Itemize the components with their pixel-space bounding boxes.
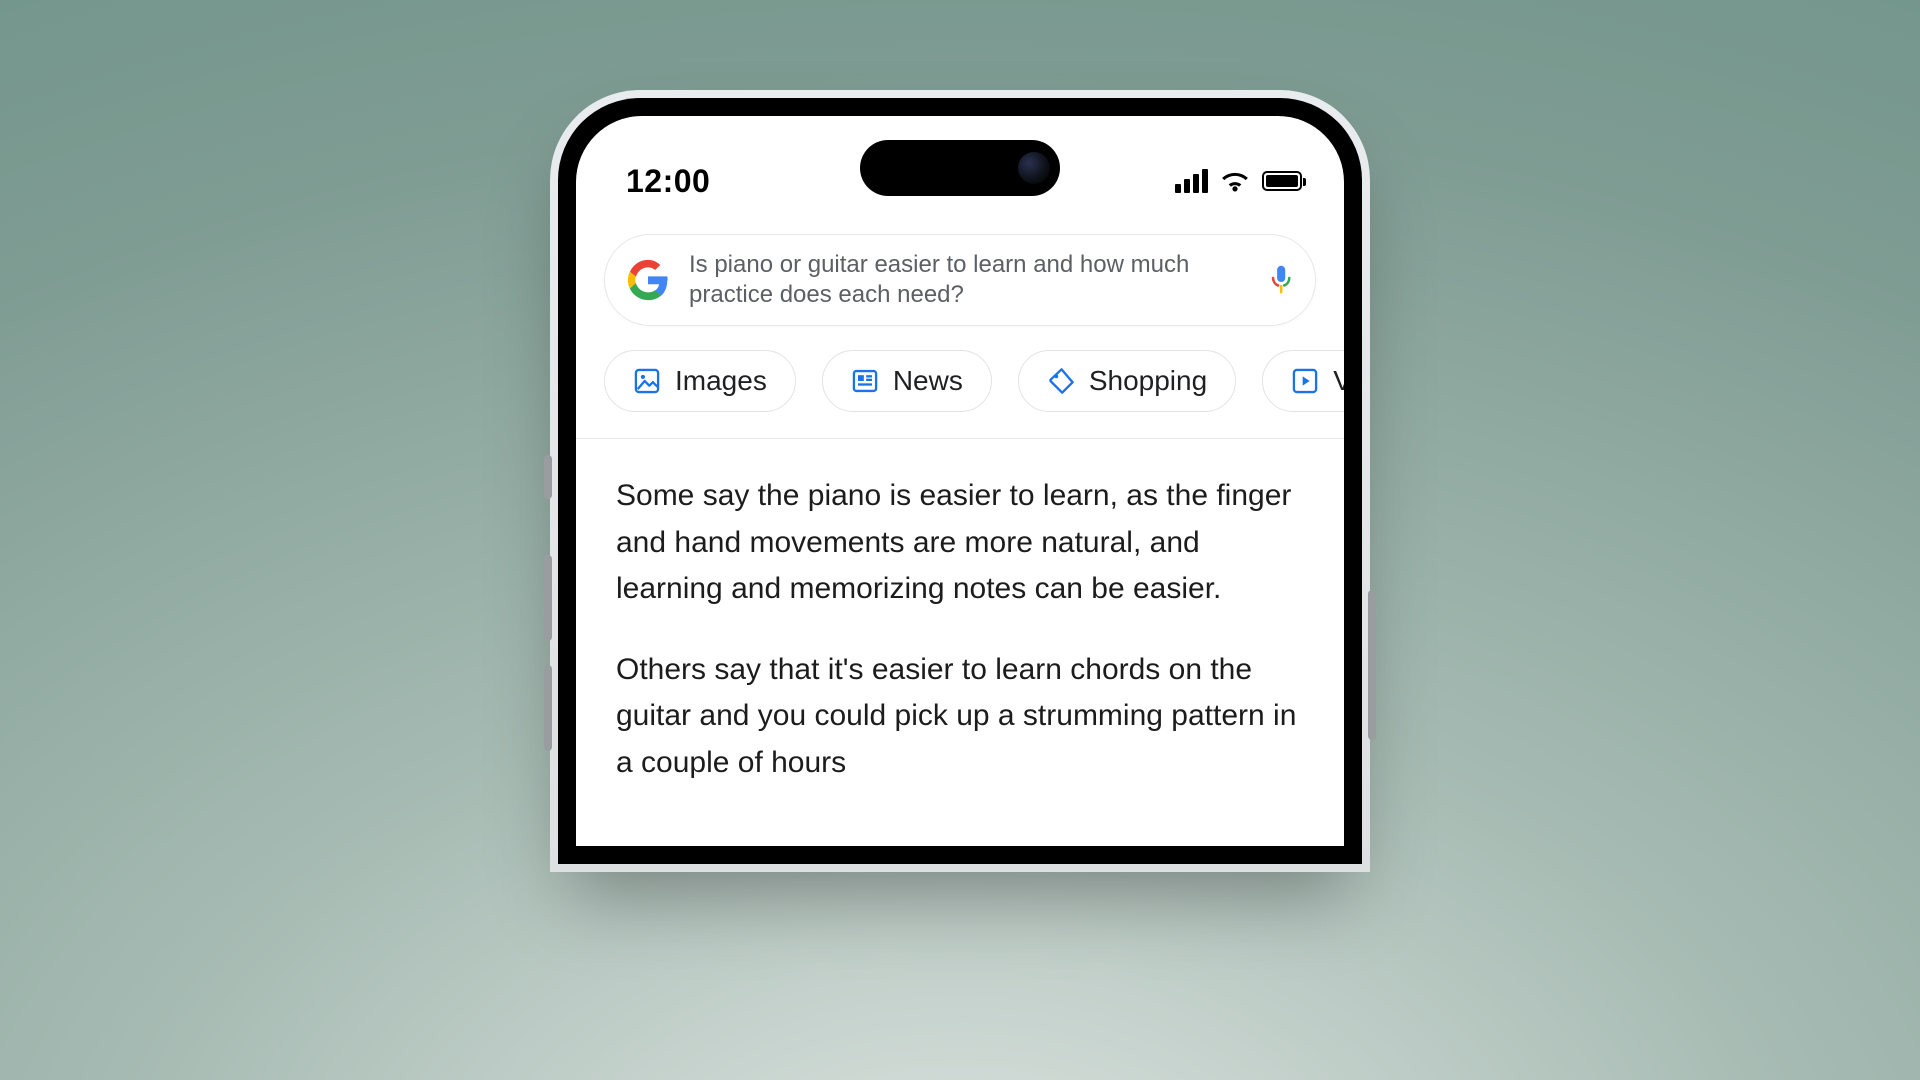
search-tabs[interactable]: Images News Shopping Vide	[576, 326, 1344, 439]
wifi-icon	[1220, 170, 1250, 192]
tab-images[interactable]: Images	[604, 350, 796, 412]
tab-label: Vide	[1333, 365, 1344, 397]
video-icon	[1291, 367, 1319, 395]
cellular-icon	[1175, 169, 1208, 193]
phone-frame: 12:00 Is piano or guitar easier t	[550, 90, 1370, 872]
result-paragraph: Others say that it's easier to learn cho…	[616, 647, 1304, 787]
tab-label: Shopping	[1089, 365, 1207, 397]
side-button-mute	[544, 455, 552, 499]
tab-shopping[interactable]: Shopping	[1018, 350, 1236, 412]
search-query-text[interactable]: Is piano or guitar easier to learn and h…	[689, 250, 1249, 310]
result-paragraph: Some say the piano is easier to learn, a…	[616, 473, 1304, 613]
side-button-power	[1368, 590, 1376, 740]
news-icon	[851, 367, 879, 395]
phone-bezel: 12:00 Is piano or guitar easier t	[558, 98, 1362, 864]
search-bar[interactable]: Is piano or guitar easier to learn and h…	[604, 234, 1316, 326]
phone-screen: 12:00 Is piano or guitar easier t	[576, 116, 1344, 846]
shopping-icon	[1047, 367, 1075, 395]
status-time: 12:00	[626, 163, 710, 200]
google-logo-icon	[627, 259, 669, 301]
side-button-vol-up	[544, 555, 552, 641]
images-icon	[633, 367, 661, 395]
mic-icon[interactable]	[1269, 260, 1293, 300]
side-button-vol-down	[544, 665, 552, 751]
status-right	[1175, 169, 1302, 193]
tab-label: Images	[675, 365, 767, 397]
tab-label: News	[893, 365, 963, 397]
dynamic-island	[860, 140, 1060, 196]
tab-videos[interactable]: Vide	[1262, 350, 1344, 412]
tab-news[interactable]: News	[822, 350, 992, 412]
search-results: Some say the piano is easier to learn, a…	[576, 439, 1344, 786]
battery-icon	[1262, 171, 1302, 191]
